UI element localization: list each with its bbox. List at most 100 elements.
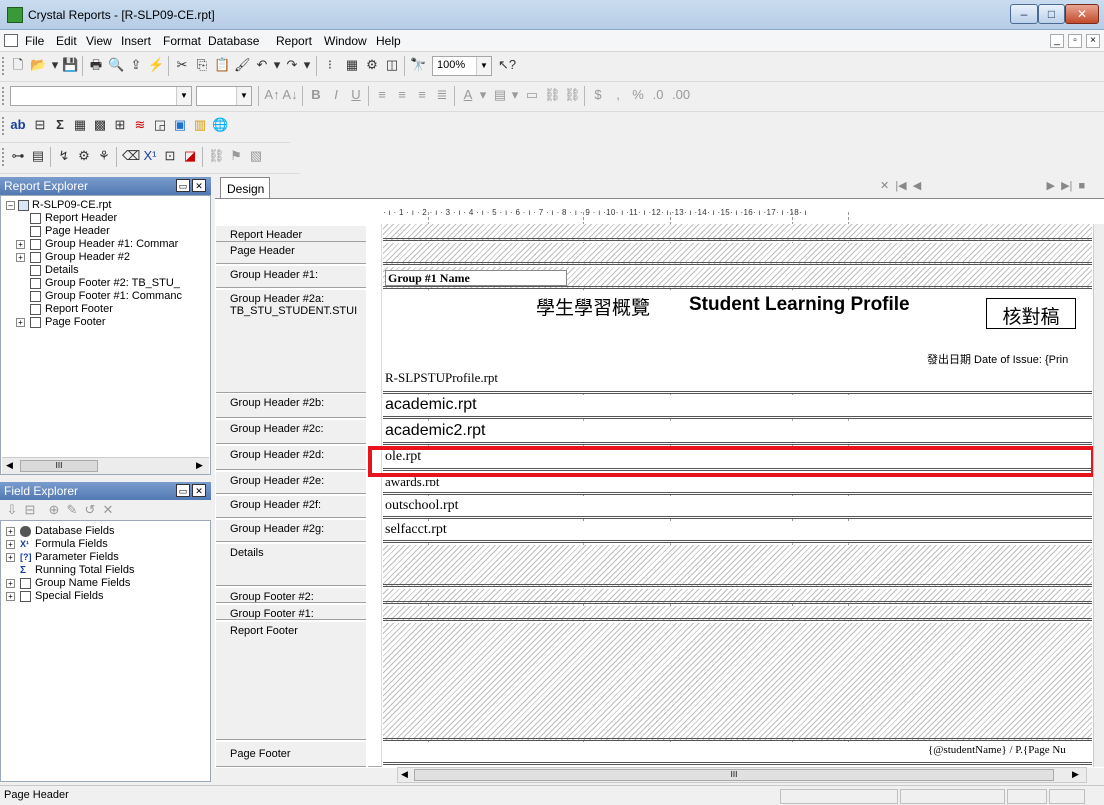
line-icon[interactable]: ≋	[132, 117, 148, 133]
close-button[interactable]: ✕	[1065, 4, 1099, 24]
section-report-footer[interactable]: Report Footer	[216, 622, 366, 740]
chevron-down-icon[interactable]: ▼	[236, 87, 251, 105]
section-group-header-2d[interactable]: Group Header #2d:	[216, 446, 366, 470]
percent-icon[interactable]: %	[630, 87, 646, 103]
print-preview-icon[interactable]: 🔍	[108, 57, 124, 73]
dock-icon[interactable]: ▭	[176, 179, 190, 192]
section-group-footer-2[interactable]: Group Footer #2:	[216, 588, 366, 603]
page-footer-field[interactable]: {@studentName} / P.{Page Nu	[928, 744, 1092, 758]
scroll-thumb[interactable]: III	[20, 460, 98, 472]
subreport-outschool[interactable]: outschool.rpt	[385, 498, 535, 516]
tab-design[interactable]: Design	[220, 177, 270, 198]
subreport-main[interactable]: R-SLPSTUProfile.rpt	[385, 370, 535, 388]
expand-icon[interactable]: +	[6, 579, 15, 588]
font-name-select[interactable]: ▼	[10, 86, 192, 106]
lock-format-icon[interactable]: ⛓	[544, 87, 561, 103]
band-report-header[interactable]	[383, 224, 1092, 241]
save-icon[interactable]: 💾	[62, 57, 78, 73]
band-group-footer-2[interactable]	[383, 589, 1092, 604]
menu-report[interactable]: Report	[276, 34, 312, 48]
zoom-select[interactable]: 100% ▼	[432, 56, 492, 76]
menu-insert[interactable]: Insert	[121, 34, 151, 48]
new-field-icon[interactable]: ⊕	[46, 502, 62, 518]
scroll-left-icon[interactable]: ◀	[401, 769, 408, 780]
group-tree-icon[interactable]: ⁝	[322, 57, 338, 73]
toolbar-grip[interactable]	[2, 148, 5, 166]
scroll-right-icon[interactable]: ▶	[196, 460, 203, 471]
browse-icon[interactable]: ⊟	[22, 502, 38, 518]
picture-icon[interactable]: ▣	[172, 117, 188, 133]
report-title-english[interactable]: Student Learning Profile	[689, 294, 959, 318]
open-icon[interactable]: 📂	[30, 57, 46, 73]
band-group-footer-1[interactable]	[383, 606, 1092, 621]
bold-icon[interactable]: B	[308, 87, 324, 103]
border-dropdown-icon[interactable]: ▾	[510, 87, 520, 103]
export-icon[interactable]: ⇪	[128, 57, 144, 73]
section-group-header-2c[interactable]: Group Header #2c:	[216, 420, 366, 444]
subreport-academic[interactable]: academic.rpt	[385, 396, 585, 416]
section-group-footer-1[interactable]: Group Footer #1:	[216, 605, 366, 620]
subreport-academic2[interactable]: academic2.rpt	[385, 422, 585, 442]
design-horizontal-scrollbar[interactable]: ◀ III ▶	[397, 767, 1087, 783]
italic-icon[interactable]: I	[328, 87, 344, 103]
cut-icon[interactable]: ✂	[174, 57, 190, 73]
minimize-button[interactable]: –	[1010, 4, 1038, 24]
record-sort-icon[interactable]: ↯	[56, 148, 72, 164]
menu-format[interactable]: Format	[163, 34, 201, 48]
font-color-dropdown-icon[interactable]: ▾	[478, 87, 488, 103]
section-report-header[interactable]: Report Header	[216, 226, 366, 242]
rename-field-icon[interactable]: ↺	[82, 502, 98, 518]
paste-icon[interactable]: 📋	[214, 57, 230, 73]
mdi-close-button[interactable]: ×	[1086, 34, 1100, 48]
underline-icon[interactable]: U	[348, 87, 364, 103]
report-explorer-icon[interactable]: ⚙	[364, 57, 380, 73]
collapse-icon[interactable]: –	[6, 201, 15, 210]
increase-decimals-icon[interactable]: .0	[650, 87, 666, 103]
horizontal-scrollbar[interactable]: ◀ III ▶	[2, 457, 209, 474]
section-expert-icon[interactable]: ⚘	[96, 148, 112, 164]
database-expert-icon[interactable]: ⊶	[10, 148, 26, 164]
section-group-header-2b[interactable]: Group Header #2b:	[216, 394, 366, 418]
group-expert-icon[interactable]: ▤	[30, 148, 46, 164]
section-group-header-1[interactable]: Group Header #1:	[216, 266, 366, 288]
section-group-header-2g[interactable]: Group Header #2g:	[216, 520, 366, 542]
suppress-icon[interactable]: ▭	[524, 87, 540, 103]
field-explorer-icon[interactable]: ▦	[344, 57, 360, 73]
highlighting-icon[interactable]: ◪	[182, 148, 198, 164]
menu-window[interactable]: Window	[324, 34, 367, 48]
map-icon[interactable]: 🌐	[212, 117, 228, 133]
group-icon[interactable]: ⊟	[32, 117, 48, 133]
undo-icon[interactable]: ↶	[254, 57, 270, 73]
menu-database[interactable]: Database	[208, 34, 259, 48]
menu-file[interactable]: File	[25, 34, 44, 48]
font-size-select[interactable]: ▼	[196, 86, 252, 106]
new-icon[interactable]: 🗋	[10, 57, 26, 73]
repository-icon[interactable]: ⚑	[228, 148, 244, 164]
band-page-header[interactable]	[383, 243, 1092, 265]
expand-icon[interactable]: +	[6, 540, 15, 549]
help-pointer-icon[interactable]: ↖?	[498, 57, 516, 73]
border-icon[interactable]: ▤	[492, 87, 508, 103]
section-details[interactable]: Details	[216, 544, 366, 586]
print-icon[interactable]: 🖶	[88, 57, 104, 73]
panel-close-icon[interactable]: ✕	[192, 179, 206, 192]
section-page-footer[interactable]: Page Footer	[216, 742, 366, 767]
decrease-font-icon[interactable]: A↓	[282, 87, 298, 103]
summary-icon[interactable]: Σ	[52, 117, 68, 133]
draft-stamp[interactable]: 核對稿	[986, 298, 1076, 329]
increase-font-icon[interactable]: A↑	[264, 87, 280, 103]
expand-icon[interactable]: +	[6, 527, 15, 536]
expand-icon[interactable]: +	[6, 553, 15, 562]
copy-icon[interactable]: ⎘	[194, 57, 210, 73]
repository-explorer-icon[interactable]: ◫	[384, 57, 400, 73]
date-of-issue-field[interactable]: 發出日期 Date of Issue: {Prin	[927, 351, 1092, 367]
olap-grid-icon[interactable]: ▩	[92, 117, 108, 133]
expand-icon[interactable]: +	[6, 592, 15, 601]
document-icon[interactable]	[4, 34, 18, 47]
insert-to-report-icon[interactable]: ⇩	[4, 502, 20, 518]
chevron-down-icon[interactable]: ▼	[476, 57, 491, 75]
redo-icon[interactable]: ↷	[284, 57, 300, 73]
currency-icon[interactable]: $	[590, 87, 606, 103]
chevron-down-icon[interactable]: ▼	[176, 87, 191, 105]
edit-field-icon[interactable]: ✎	[64, 502, 80, 518]
